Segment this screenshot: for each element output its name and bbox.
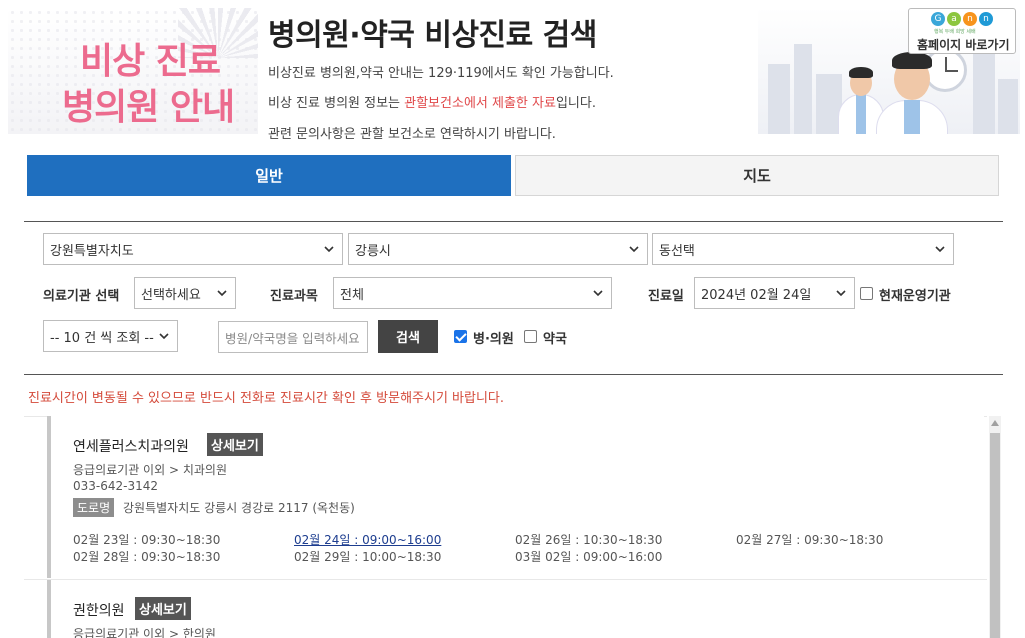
search-panel-top-rule bbox=[24, 221, 1003, 222]
hero-banner: 비상 진료 병의원 안내 bbox=[8, 8, 258, 134]
scrollbar-thumb[interactable] bbox=[990, 433, 1000, 638]
gangneung-logo: G a n n bbox=[931, 12, 993, 26]
hospital-checkbox-label: 병·의원 bbox=[473, 332, 514, 347]
building bbox=[768, 64, 790, 134]
facility-address: 강원특별자치도 강릉시 경강로 2117 (옥천동) bbox=[123, 501, 355, 515]
province-select-value: 강원특별자치도 bbox=[50, 243, 134, 259]
clock-icon bbox=[923, 48, 967, 92]
tab-general[interactable]: 일반 bbox=[27, 155, 511, 196]
results-scrollbar[interactable] bbox=[989, 416, 1001, 638]
department-label: 진료과목 bbox=[270, 289, 318, 304]
description-line2-highlight: 관할보건소에서 제출한 자료 bbox=[404, 96, 556, 111]
institution-select[interactable]: 선택하세요 bbox=[134, 277, 236, 309]
building bbox=[998, 79, 1018, 134]
schedule-entry: 02월 27일 : 09:30~18:30 bbox=[736, 533, 884, 547]
facility-phone: 033-642-3142 bbox=[73, 479, 159, 493]
facility-category: 응급의료기관 이외 > 한의원 bbox=[73, 627, 216, 638]
description-line2: 비상 진료 병의원 정보는 관할보건소에서 제출한 자료입니다. bbox=[268, 92, 596, 111]
keyword-search-input[interactable]: 병원/약국명을 입력하세요 bbox=[218, 321, 368, 353]
open-now-label: 현재운영기관 bbox=[879, 289, 951, 304]
chevron-down-icon bbox=[324, 246, 334, 253]
facility-name[interactable]: 권한의원 bbox=[73, 600, 125, 620]
schedule-entry: 02월 23일 : 09:30~18:30 bbox=[73, 533, 221, 547]
homepage-link-button[interactable]: G a n n 행복 두배 희망 세배 홈페이지 바로가기 bbox=[908, 8, 1016, 54]
page-size-select-value: -- 10 건 씩 조회 -- bbox=[50, 330, 154, 346]
building bbox=[973, 49, 995, 134]
schedule-entry: 02월 29일 : 10:00~18:30 bbox=[294, 550, 442, 564]
hero-title-line2: 병의원 안내 bbox=[62, 87, 235, 128]
open-now-checkbox[interactable] bbox=[860, 287, 873, 300]
institution-select-value: 선택하세요 bbox=[141, 287, 201, 303]
department-select[interactable]: 전체 bbox=[333, 277, 612, 309]
description-line1: 비상진료 병의원,약국 안내는 129·119에서도 확인 가능합니다. bbox=[268, 66, 614, 81]
hero-title-line1: 비상 진료 bbox=[80, 41, 221, 82]
department-select-value: 전체 bbox=[340, 287, 364, 303]
chevron-down-icon bbox=[629, 246, 639, 253]
chevron-down-icon bbox=[159, 333, 169, 340]
logo-letter: a bbox=[947, 12, 961, 26]
visit-notice: 진료시간이 변동될 수 있으므로 반드시 전화로 진료시간 확인 후 방문해주시… bbox=[28, 391, 505, 406]
facility-category: 응급의료기관 이외 > 치과의원 bbox=[73, 463, 227, 477]
date-label: 진료일 bbox=[648, 289, 684, 304]
detail-view-button[interactable]: 상세보기 bbox=[207, 433, 263, 456]
page-title: 병의원·약국 비상진료 검색 bbox=[268, 18, 597, 53]
dong-select-value: 동선택 bbox=[659, 243, 695, 259]
chevron-down-icon bbox=[593, 290, 603, 297]
pharmacy-checkbox-label: 약국 bbox=[543, 332, 567, 347]
homepage-link-label: 홈페이지 바로가기 bbox=[917, 38, 1010, 52]
page-size-select[interactable]: -- 10 건 씩 조회 -- bbox=[43, 320, 178, 352]
facility-name[interactable]: 연세플러스치과의원 bbox=[73, 436, 189, 456]
city-select[interactable]: 강릉시 bbox=[348, 233, 648, 265]
logo-letter: G bbox=[931, 12, 945, 26]
chevron-down-icon bbox=[836, 290, 846, 297]
tab-map[interactable]: 지도 bbox=[515, 155, 999, 196]
schedule-entry: 03월 02일 : 09:00~16:00 bbox=[515, 550, 663, 564]
search-button[interactable]: 검색 bbox=[378, 320, 438, 353]
description-line3: 관련 문의사항은 관할 보건소로 연락하시기 바랍니다. bbox=[268, 127, 556, 142]
schedule-entry: 02월 26일 : 10:30~18:30 bbox=[515, 533, 663, 547]
chevron-down-icon bbox=[217, 290, 227, 297]
province-select[interactable]: 강원특별자치도 bbox=[43, 233, 343, 265]
search-panel-bottom-rule bbox=[24, 374, 1003, 375]
schedule-entry-today[interactable]: 02월 24일 : 09:00~16:00 bbox=[294, 531, 441, 548]
description-line2-pre: 비상 진료 병의원 정보는 bbox=[268, 96, 405, 111]
logo-letter: n bbox=[979, 12, 993, 26]
date-select-value: 2024년 02월 24일 bbox=[701, 287, 812, 303]
dong-select[interactable]: 동선택 bbox=[652, 233, 954, 265]
results-list: 연세플러스치과의원 상세보기 응급의료기관 이외 > 치과의원 033-642-… bbox=[24, 416, 1003, 638]
schedule-entry: 02월 28일 : 09:30~18:30 bbox=[73, 550, 221, 564]
description-line2-post: 입니다. bbox=[555, 96, 596, 111]
pharmacy-checkbox[interactable] bbox=[524, 330, 537, 343]
logo-tagline: 행복 두배 희망 세배 bbox=[934, 29, 976, 35]
detail-view-button[interactable]: 상세보기 bbox=[135, 597, 191, 620]
hospital-checkbox[interactable] bbox=[454, 330, 467, 343]
result-card: 권한의원 상세보기 응급의료기관 이외 > 한의원 bbox=[47, 580, 984, 638]
road-address-badge: 도로명 bbox=[73, 498, 115, 517]
date-select[interactable]: 2024년 02월 24일 bbox=[694, 277, 855, 309]
institution-label: 의료기관 선택 bbox=[43, 289, 120, 304]
logo-letter: n bbox=[963, 12, 977, 26]
building bbox=[794, 44, 812, 134]
city-select-value: 강릉시 bbox=[355, 243, 391, 259]
result-card: 연세플러스치과의원 상세보기 응급의료기관 이외 > 치과의원 033-642-… bbox=[47, 416, 984, 578]
scroll-up-arrow-icon[interactable] bbox=[991, 420, 999, 426]
chevron-down-icon bbox=[935, 246, 945, 253]
